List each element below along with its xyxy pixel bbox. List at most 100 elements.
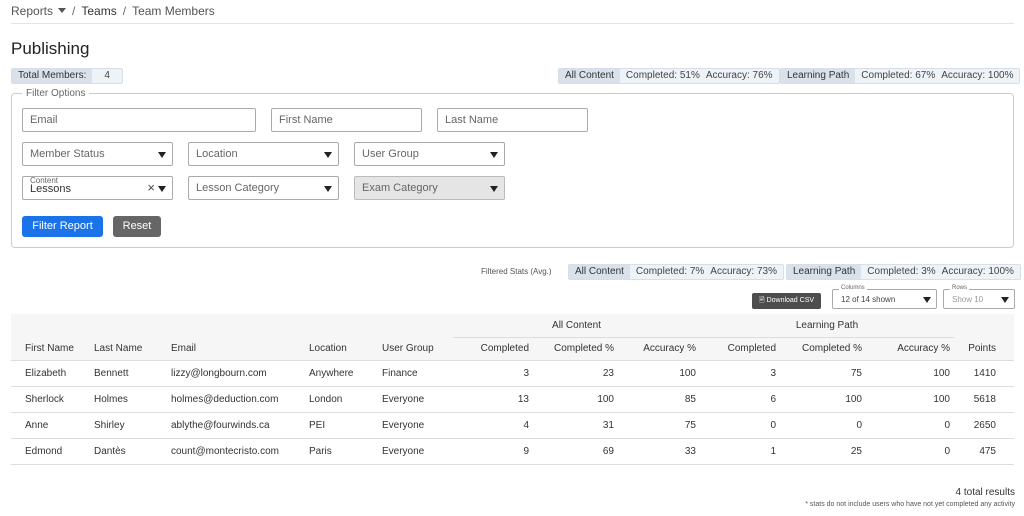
- column-header-last-name[interactable]: Last Name: [90, 337, 167, 361]
- table-cell: Edmond: [11, 438, 90, 465]
- filtered-stats-label: Filtered Stats (Avg.): [481, 267, 552, 276]
- file-icon: 🗎: [758, 297, 765, 304]
- first-name-field[interactable]: First Name: [271, 108, 422, 132]
- column-header-completed[interactable]: Completed: [453, 337, 533, 361]
- last-name-field[interactable]: Last Name: [437, 108, 588, 132]
- table-cell: PEI: [305, 412, 378, 439]
- table-cell: Dantès: [90, 438, 167, 465]
- table-cell: Elizabeth: [11, 360, 90, 387]
- breadcrumb: Reports / Teams / Team Members: [11, 4, 1014, 24]
- column-header-email[interactable]: Email: [167, 337, 305, 361]
- lesson-category-select[interactable]: Lesson Category: [188, 176, 339, 200]
- caret-down-icon: [58, 8, 67, 14]
- table-row[interactable]: Edmond Dantès count@montecristo.com Paris Ev…: [11, 438, 1014, 465]
- team-members-table: All Content Learning Path First Name Las…: [11, 314, 1014, 465]
- rows-label: Rows: [950, 285, 970, 291]
- table-cell: ablythe@fourwinds.ca: [167, 412, 305, 439]
- rows-value: Show 10: [952, 295, 984, 304]
- table-cell: 475: [954, 438, 1014, 465]
- total-results: 4 total results: [955, 487, 1015, 498]
- columns-value: 12 of 14 shown: [841, 295, 896, 304]
- column-header-lp-completed[interactable]: Completed: [700, 337, 780, 361]
- filtered-all-content-accuracy: Accuracy: 73%: [710, 266, 777, 277]
- download-csv-label: Download CSV: [766, 297, 815, 304]
- user-group-select[interactable]: User Group: [354, 142, 505, 166]
- dropdown-arrow-icon: [324, 186, 332, 192]
- filtered-all-content-completed: Completed: 7%: [635, 266, 705, 277]
- table-cell: lizzy@longbourn.com: [167, 360, 305, 387]
- breadcrumb-current: Team Members: [132, 4, 215, 18]
- location-value: Location: [196, 148, 238, 160]
- clear-icon[interactable]: ×: [147, 177, 155, 199]
- group-header-learning-path: Learning Path: [700, 314, 954, 338]
- table-cell: 13: [453, 386, 533, 413]
- breadcrumb-separator: /: [72, 4, 76, 18]
- table-row[interactable]: Anne Shirley ablythe@fourwinds.ca PEI Everyo…: [11, 412, 1014, 439]
- breadcrumb-reports[interactable]: Reports: [11, 4, 67, 18]
- column-header-first-name[interactable]: First Name: [11, 337, 90, 361]
- total-members-value: 4: [104, 70, 110, 81]
- content-select[interactable]: Content Lessons ×: [22, 176, 173, 200]
- filtered-learning-path-completed: Completed: 3%: [867, 266, 936, 277]
- location-select[interactable]: Location: [188, 142, 339, 166]
- member-status-value: Member Status: [30, 148, 105, 160]
- dropdown-arrow-icon: [923, 297, 931, 303]
- table-cell: Shirley: [90, 412, 167, 439]
- table-cell: 0: [700, 412, 780, 439]
- columns-select[interactable]: Columns 12 of 14 shown: [832, 285, 937, 309]
- table-row[interactable]: Elizabeth Bennett lizzy@longbourn.com Anywh…: [11, 360, 1014, 387]
- table-cell: Holmes: [90, 386, 167, 413]
- table-cell: 0: [866, 438, 954, 465]
- learning-path-label: Learning Path: [781, 69, 856, 83]
- table-cell: 1410: [954, 360, 1014, 387]
- table-cell: 9: [453, 438, 533, 465]
- table-cell: 23: [533, 360, 618, 387]
- table-cell: 75: [618, 412, 700, 439]
- column-header-lp-completed-percent[interactable]: Completed %: [780, 337, 866, 361]
- filter-report-button[interactable]: Filter Report: [22, 216, 103, 237]
- dropdown-arrow-icon: [490, 152, 498, 158]
- user-group-value: User Group: [362, 148, 419, 160]
- table-cell: 3: [700, 360, 780, 387]
- table-cell: 4: [453, 412, 533, 439]
- exam-category-select: Exam Category: [354, 176, 505, 200]
- download-csv-button[interactable]: 🗎 Download CSV: [752, 293, 821, 309]
- reset-button[interactable]: Reset: [113, 216, 161, 237]
- member-status-select[interactable]: Member Status: [22, 142, 173, 166]
- column-header-user-group[interactable]: User Group: [378, 337, 453, 361]
- filtered-learning-path-stats: Learning Path Completed: 3% Accuracy: 10…: [786, 264, 1021, 280]
- all-content-completed: Completed: 51%: [625, 70, 700, 81]
- table-cell: 0: [780, 412, 866, 439]
- table-cell: count@montecristo.com: [167, 438, 305, 465]
- table-cell: 33: [618, 438, 700, 465]
- dropdown-arrow-icon: [324, 152, 332, 158]
- dropdown-arrow-icon: [158, 152, 166, 158]
- table-cell: 100: [780, 386, 866, 413]
- column-header-completed-percent[interactable]: Completed %: [533, 337, 618, 361]
- email-field[interactable]: Email: [22, 108, 256, 132]
- table-cell: 0: [866, 412, 954, 439]
- total-members-label: Total Members:: [12, 69, 93, 83]
- filtered-learning-path-label: Learning Path: [787, 265, 862, 279]
- all-content-label: All Content: [559, 69, 620, 83]
- filtered-learning-path-accuracy: Accuracy: 100%: [941, 266, 1014, 277]
- column-header-lp-accuracy-percent[interactable]: Accuracy %: [866, 337, 954, 361]
- table-cell: 100: [866, 360, 954, 387]
- breadcrumb-teams[interactable]: Teams: [81, 4, 116, 18]
- table-row[interactable]: Sherlock Holmes holmes@deduction.com London…: [11, 386, 1014, 413]
- column-header-points[interactable]: Points: [954, 337, 1014, 361]
- table-cell: Everyone: [378, 412, 453, 439]
- column-header-accuracy-percent[interactable]: Accuracy %: [618, 337, 700, 361]
- table-cell: 31: [533, 412, 618, 439]
- all-content-summary: All Content Completed: 51% Accuracy: 76%: [558, 68, 780, 84]
- table-cell: Anne: [11, 412, 90, 439]
- dropdown-arrow-icon: [158, 186, 166, 192]
- total-members-badge: Total Members: 4: [11, 68, 123, 84]
- column-header-location[interactable]: Location: [305, 337, 378, 361]
- learning-path-completed: Completed: 67%: [861, 70, 936, 81]
- table-cell: 69: [533, 438, 618, 465]
- filtered-all-content-stats: All Content Completed: 7% Accuracy: 73%: [568, 264, 784, 280]
- lesson-category-value: Lesson Category: [196, 182, 280, 194]
- rows-select[interactable]: Rows Show 10: [943, 285, 1015, 309]
- filtered-all-content-label: All Content: [569, 265, 630, 279]
